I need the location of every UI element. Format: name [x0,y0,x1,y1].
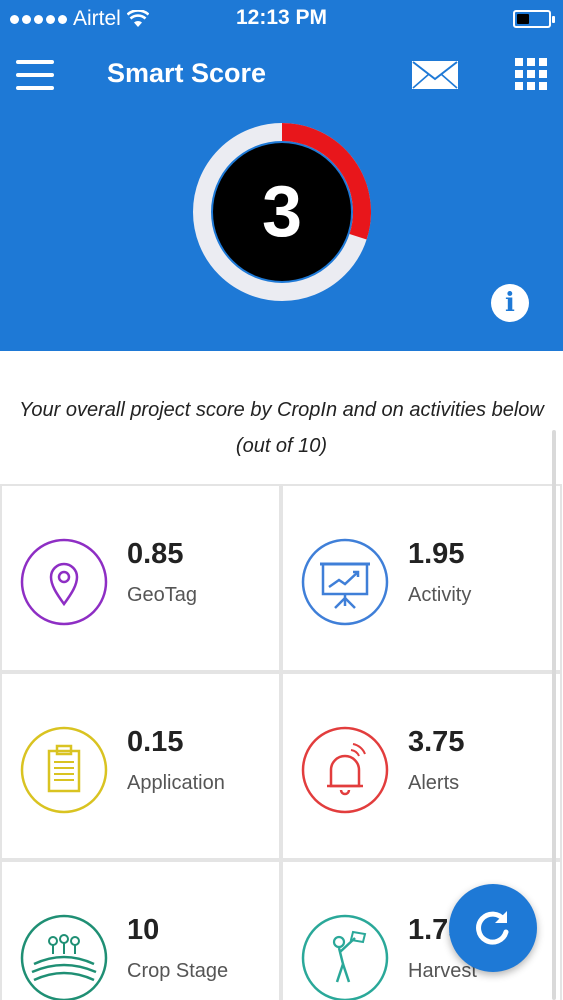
refresh-button[interactable] [449,884,537,972]
card-value: 3.75 [408,726,465,758]
presentation-board-icon [301,538,389,626]
score-card-geotag[interactable]: 0.85 GeoTag [0,484,281,672]
apps-grid-icon[interactable] [515,58,547,90]
header: Smart Score 3 i [0,38,563,351]
score-card-application[interactable]: 0.15 Application [0,672,281,860]
card-label: Application [127,772,225,794]
card-label: Activity [408,584,472,606]
battery-fill [517,14,529,24]
bell-icon [301,726,389,814]
map-pin-icon [20,538,108,626]
crop-field-icon [20,914,108,1000]
card-value: 0.15 [127,726,184,758]
card-label: GeoTag [127,584,198,606]
hamburger-menu-icon[interactable] [16,60,54,90]
card-value: 0.85 [127,538,184,570]
score-description: Your overall project score by CropIn and… [19,399,544,457]
score-card-alerts[interactable]: 3.75 Alerts [281,672,562,860]
mail-icon[interactable] [411,60,459,90]
battery-icon [513,10,555,28]
status-bar: Airtel 12:13 PM [0,0,563,38]
refresh-icon [476,911,509,945]
score-card-crop-stage[interactable]: 10 Crop Stage [0,860,281,1000]
score-value: 3 [261,172,303,252]
info-icon[interactable]: i [491,284,529,322]
card-value: 1.95 [408,538,465,570]
page-title: Smart Score [107,58,267,88]
harvest-worker-icon [301,914,389,1000]
status-time: 12:13 PM [235,6,328,29]
card-value: 10 [127,914,160,946]
card-label: Alerts [408,772,460,794]
card-label: Crop Stage [127,960,229,982]
clipboard-icon [20,726,108,814]
scrollbar[interactable] [552,430,556,1000]
score-card-activity[interactable]: 1.95 Activity [281,484,562,672]
